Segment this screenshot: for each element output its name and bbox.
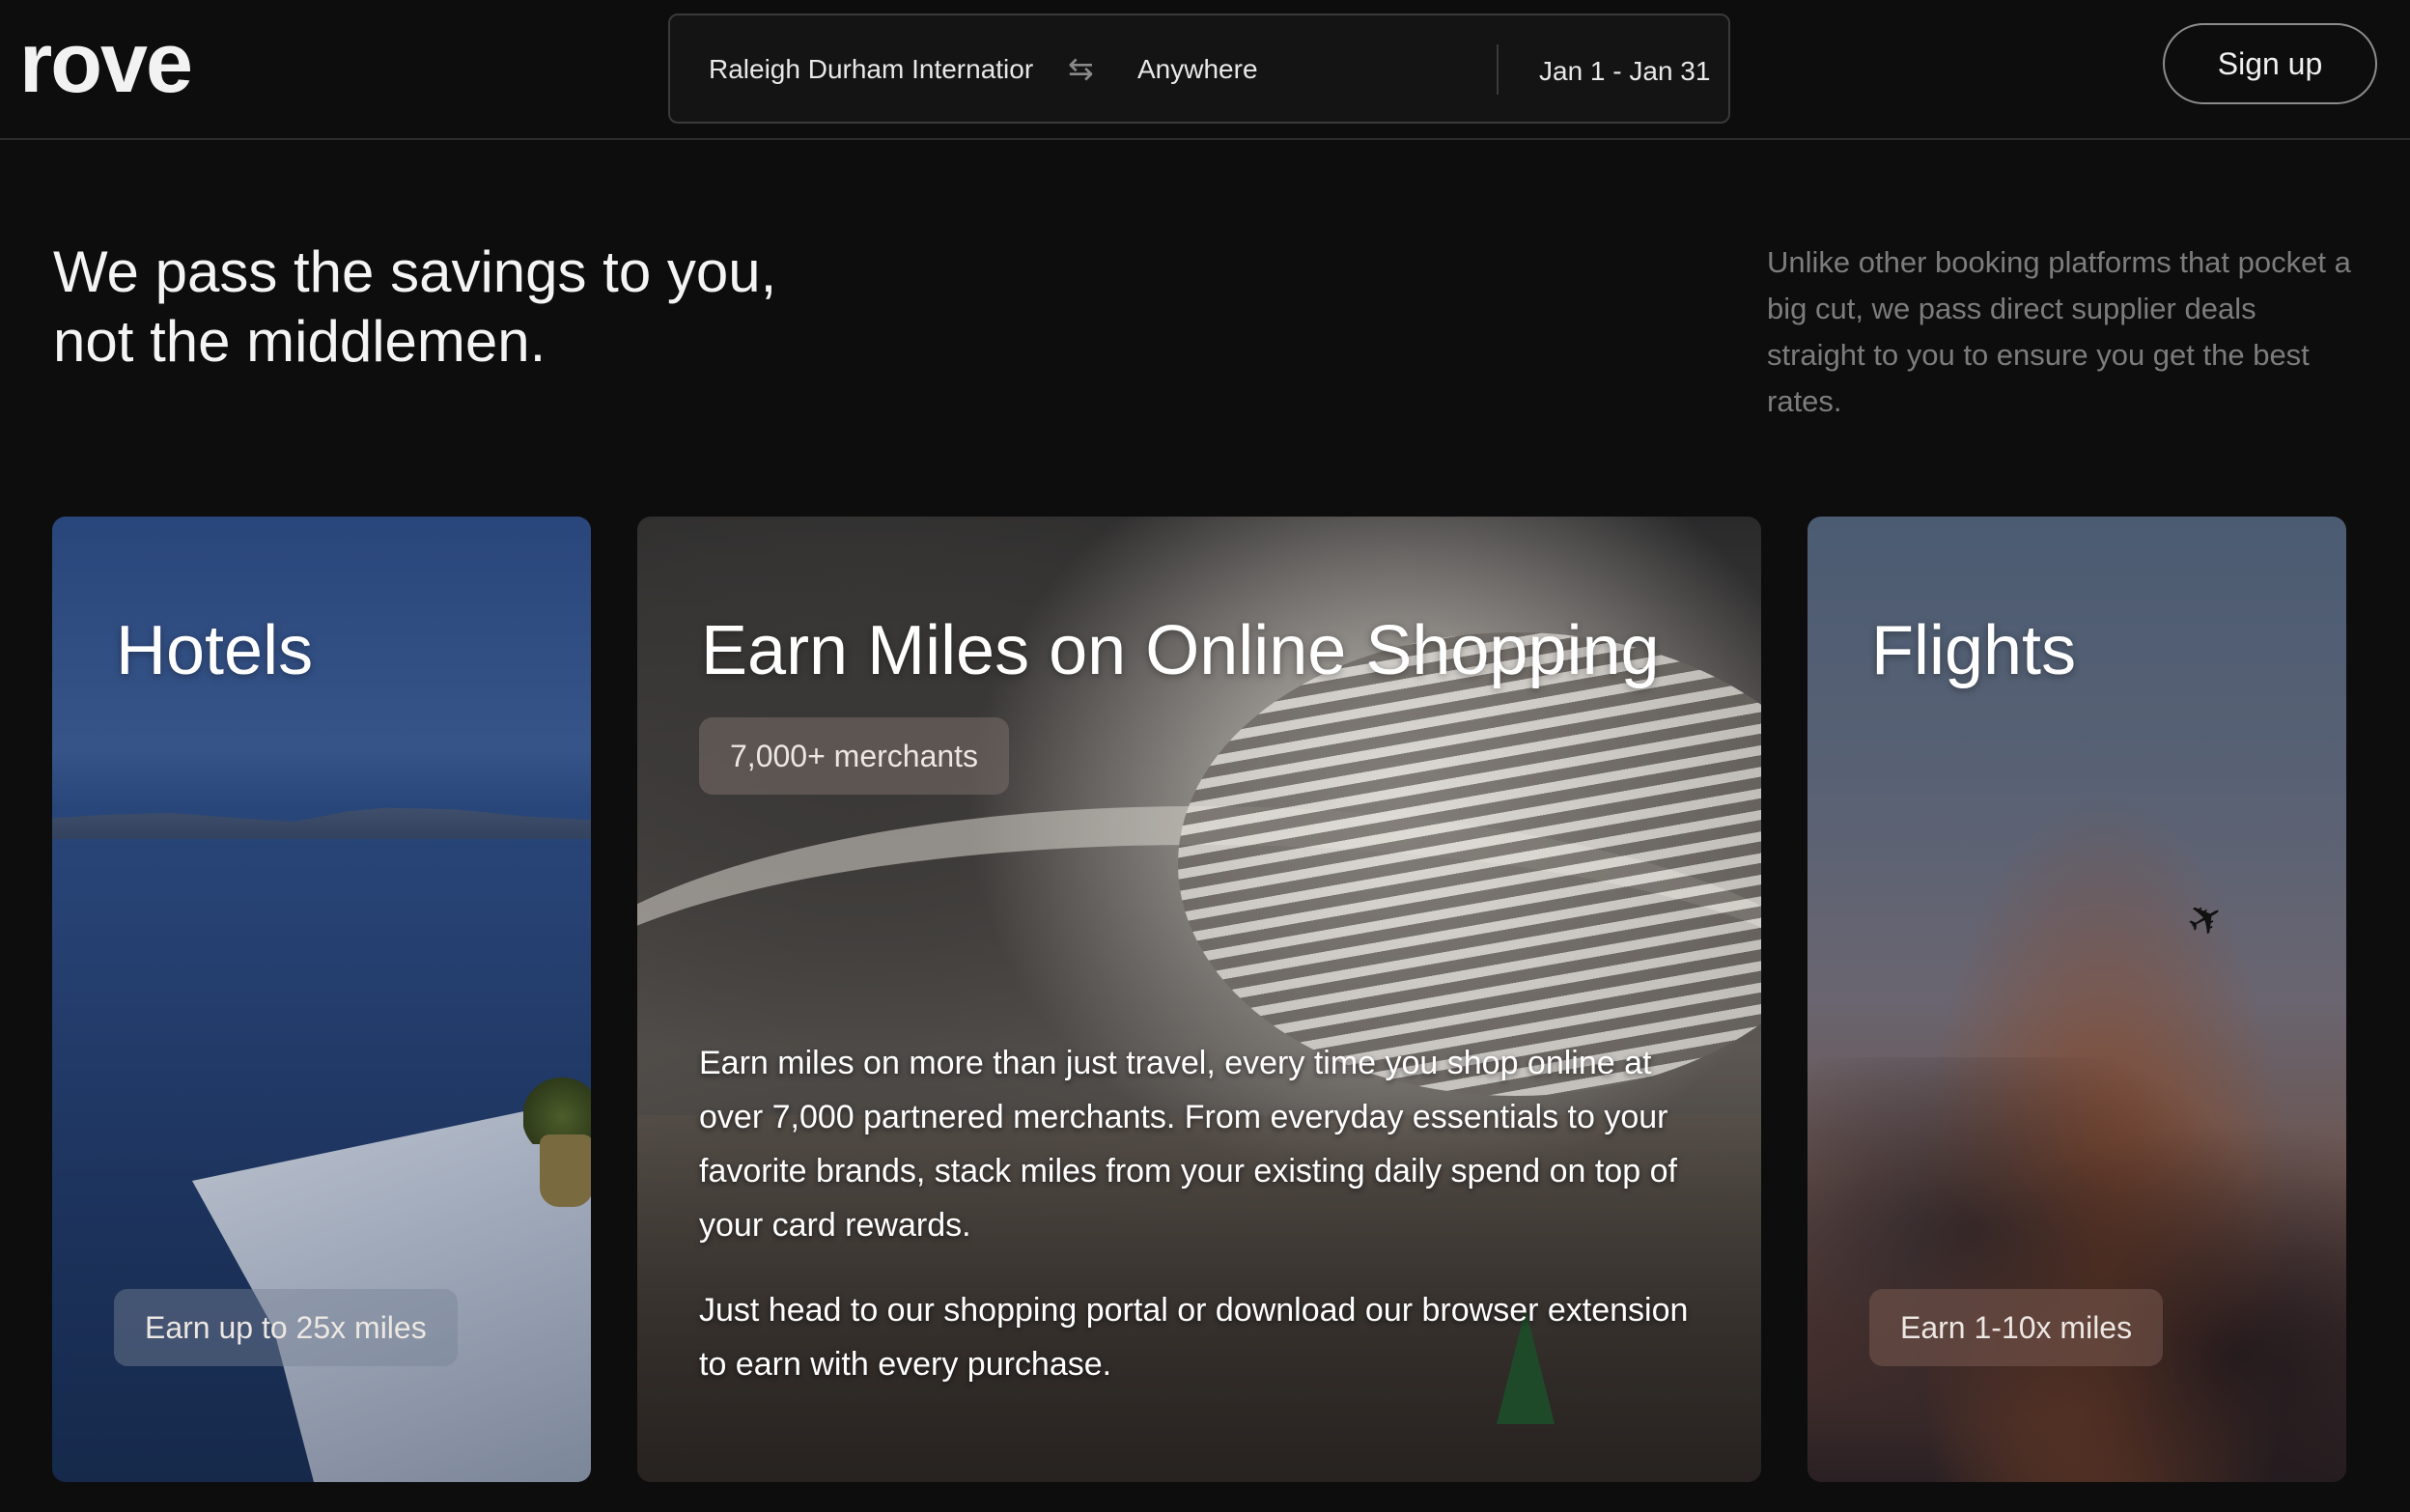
search-divider	[1497, 44, 1499, 95]
merchants-badge: 7,000+ merchants	[699, 717, 1010, 795]
sign-up-button[interactable]: Sign up	[2163, 23, 2377, 104]
hero-headline-line-2: not the middlemen.	[53, 309, 546, 374]
airplane-icon: ✈	[2178, 890, 2233, 949]
date-range-field[interactable]: Jan 1 - Jan 31	[1539, 56, 1710, 87]
shopping-card-title: Earn Miles on Online Shopping	[701, 612, 1660, 689]
hero-headline-line-1: We pass the savings to you,	[53, 239, 777, 304]
destination-field[interactable]: Anywhere	[1137, 54, 1258, 85]
flights-card-title: Flights	[1871, 612, 2077, 689]
hotel-pot-image	[540, 1134, 591, 1207]
hero-headline: We pass the savings to you, not the midd…	[53, 238, 922, 377]
hotels-card[interactable]: Hotels Earn up to 25x miles	[52, 517, 591, 1482]
top-nav: rove Raleigh Durham Internatior ⇆ Anywhe…	[0, 0, 2410, 140]
hotels-card-title: Hotels	[116, 612, 314, 689]
shopping-paragraph-2: Just head to our shopping portal or down…	[699, 1292, 1689, 1383]
flights-miles-badge: Earn 1-10x miles	[1869, 1289, 2164, 1366]
origin-field[interactable]: Raleigh Durham Internatior	[709, 54, 1049, 85]
hotels-miles-badge: Earn up to 25x miles	[114, 1289, 458, 1366]
swap-arrows-icon[interactable]: ⇆	[1068, 50, 1094, 87]
shopping-paragraph-1: Earn miles on more than just travel, eve…	[699, 1045, 1677, 1244]
hotel-island-image	[52, 807, 591, 839]
shopping-card[interactable]: Earn Miles on Online Shopping 7,000+ mer…	[637, 517, 1761, 1482]
rove-logo[interactable]: rove	[19, 10, 193, 116]
search-bar[interactable]: Raleigh Durham Internatior ⇆ Anywhere Ja…	[668, 14, 1730, 124]
hero-subtext: Unlike other booking platforms that pock…	[1767, 245, 2351, 418]
flights-card[interactable]: ✈ Flights Earn 1-10x miles	[1808, 517, 2346, 1482]
shopping-card-body: Earn miles on more than just travel, eve…	[699, 1036, 1694, 1422]
sunset-clouds-image	[1808, 1057, 2346, 1482]
